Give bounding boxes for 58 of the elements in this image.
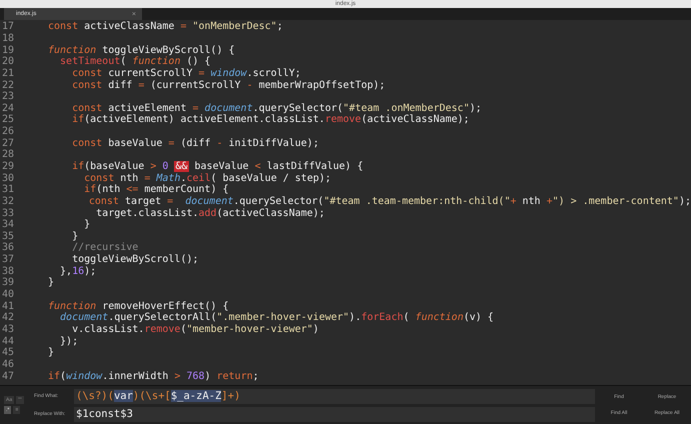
- line-number: 36: [1, 242, 16, 254]
- line-number: 44: [1, 336, 16, 347]
- code-line: v.classList.remove("member-hover-viewer"): [71, 324, 319, 335]
- code-line: if(activeElement) activeElement.classList.remove(activeClassName);: [71, 114, 470, 126]
- code-line: const activeElement = document.querySelector("#team .onMemberDesc");: [71, 102, 482, 114]
- line-number: 43: [1, 324, 16, 335]
- code-line: const target = document.querySelector("#team .team-member:nth-child("+ nth +") > .member-content");: [88, 196, 691, 207]
- line-number: 32: [1, 196, 16, 207]
- line-number: 21: [1, 68, 16, 79]
- line-number: 33: [1, 208, 16, 219]
- line-number: 22: [1, 80, 16, 91]
- line-number: 28: [1, 149, 16, 160]
- line-number: 24: [1, 102, 16, 114]
- find-field[interactable]: (\s?)(var)(\s+[$_a-zA-Z]+): [74, 388, 595, 404]
- line-number: 18: [1, 32, 16, 44]
- code-line: if(window.innerWidth > 768) return;: [47, 370, 259, 382]
- code-line: const currentScrollY = window.scrollY;: [71, 68, 301, 79]
- code-line: function removeHoverEffect() {: [47, 300, 229, 312]
- line-number: 19: [1, 44, 16, 56]
- code-line: const activeClassName = "onMemberDesc";: [47, 21, 283, 32]
- line-number: 20: [1, 56, 16, 68]
- code-line: if(nth <= memberCount) {: [83, 184, 229, 196]
- line-number: 29: [1, 161, 16, 172]
- line-number: 37: [1, 254, 16, 266]
- code-line: toggleViewByScroll();: [71, 254, 199, 266]
- line-number: 17: [1, 21, 16, 32]
- line-number: 30: [1, 172, 16, 184]
- line-number: 40: [1, 289, 16, 300]
- code-line: const nth = Math.ceil( baseValue / step);: [83, 172, 332, 184]
- code-line: },16);: [59, 266, 96, 277]
- code-line: });: [59, 336, 78, 347]
- code-line: }: [47, 277, 54, 288]
- line-number: 45: [1, 347, 16, 358]
- line-number: 25: [1, 114, 16, 126]
- line-number: 46: [1, 358, 16, 370]
- line-number: 42: [1, 312, 16, 324]
- code-line: //recursive: [71, 242, 138, 254]
- line-number: 38: [1, 266, 16, 277]
- code-line: const baseValue = (diff - initDiffValue);: [71, 138, 319, 149]
- code-line: document.querySelectorAll(".member-hover-viewer").forEach( function(v) {: [59, 312, 494, 324]
- line-number: 23: [1, 91, 16, 102]
- code-line: function toggleViewByScroll() {: [47, 44, 235, 56]
- line-number: 41: [1, 300, 16, 312]
- line-number: 34: [1, 219, 16, 230]
- code-line: const diff = (currentScrollY - memberWrapOffsetTop);: [71, 80, 386, 91]
- code-line: target.classList.add(activeClassName);: [95, 208, 325, 219]
- line-number: 35: [1, 230, 16, 242]
- code-line: }: [83, 219, 90, 230]
- code-line: if(baseValue > 0 && baseValue < lastDiffValue) {: [71, 161, 364, 172]
- line-number: 27: [1, 138, 16, 149]
- line-number: 26: [1, 126, 16, 138]
- replace-field[interactable]: $1const$3: [74, 406, 595, 422]
- line-number: 31: [1, 184, 16, 196]
- code-line: setTimeout( function () {: [59, 56, 211, 68]
- line-number: 39: [1, 277, 16, 288]
- code-line: }: [71, 230, 78, 242]
- code-line: }: [47, 347, 54, 358]
- line-number: 47: [1, 370, 16, 382]
